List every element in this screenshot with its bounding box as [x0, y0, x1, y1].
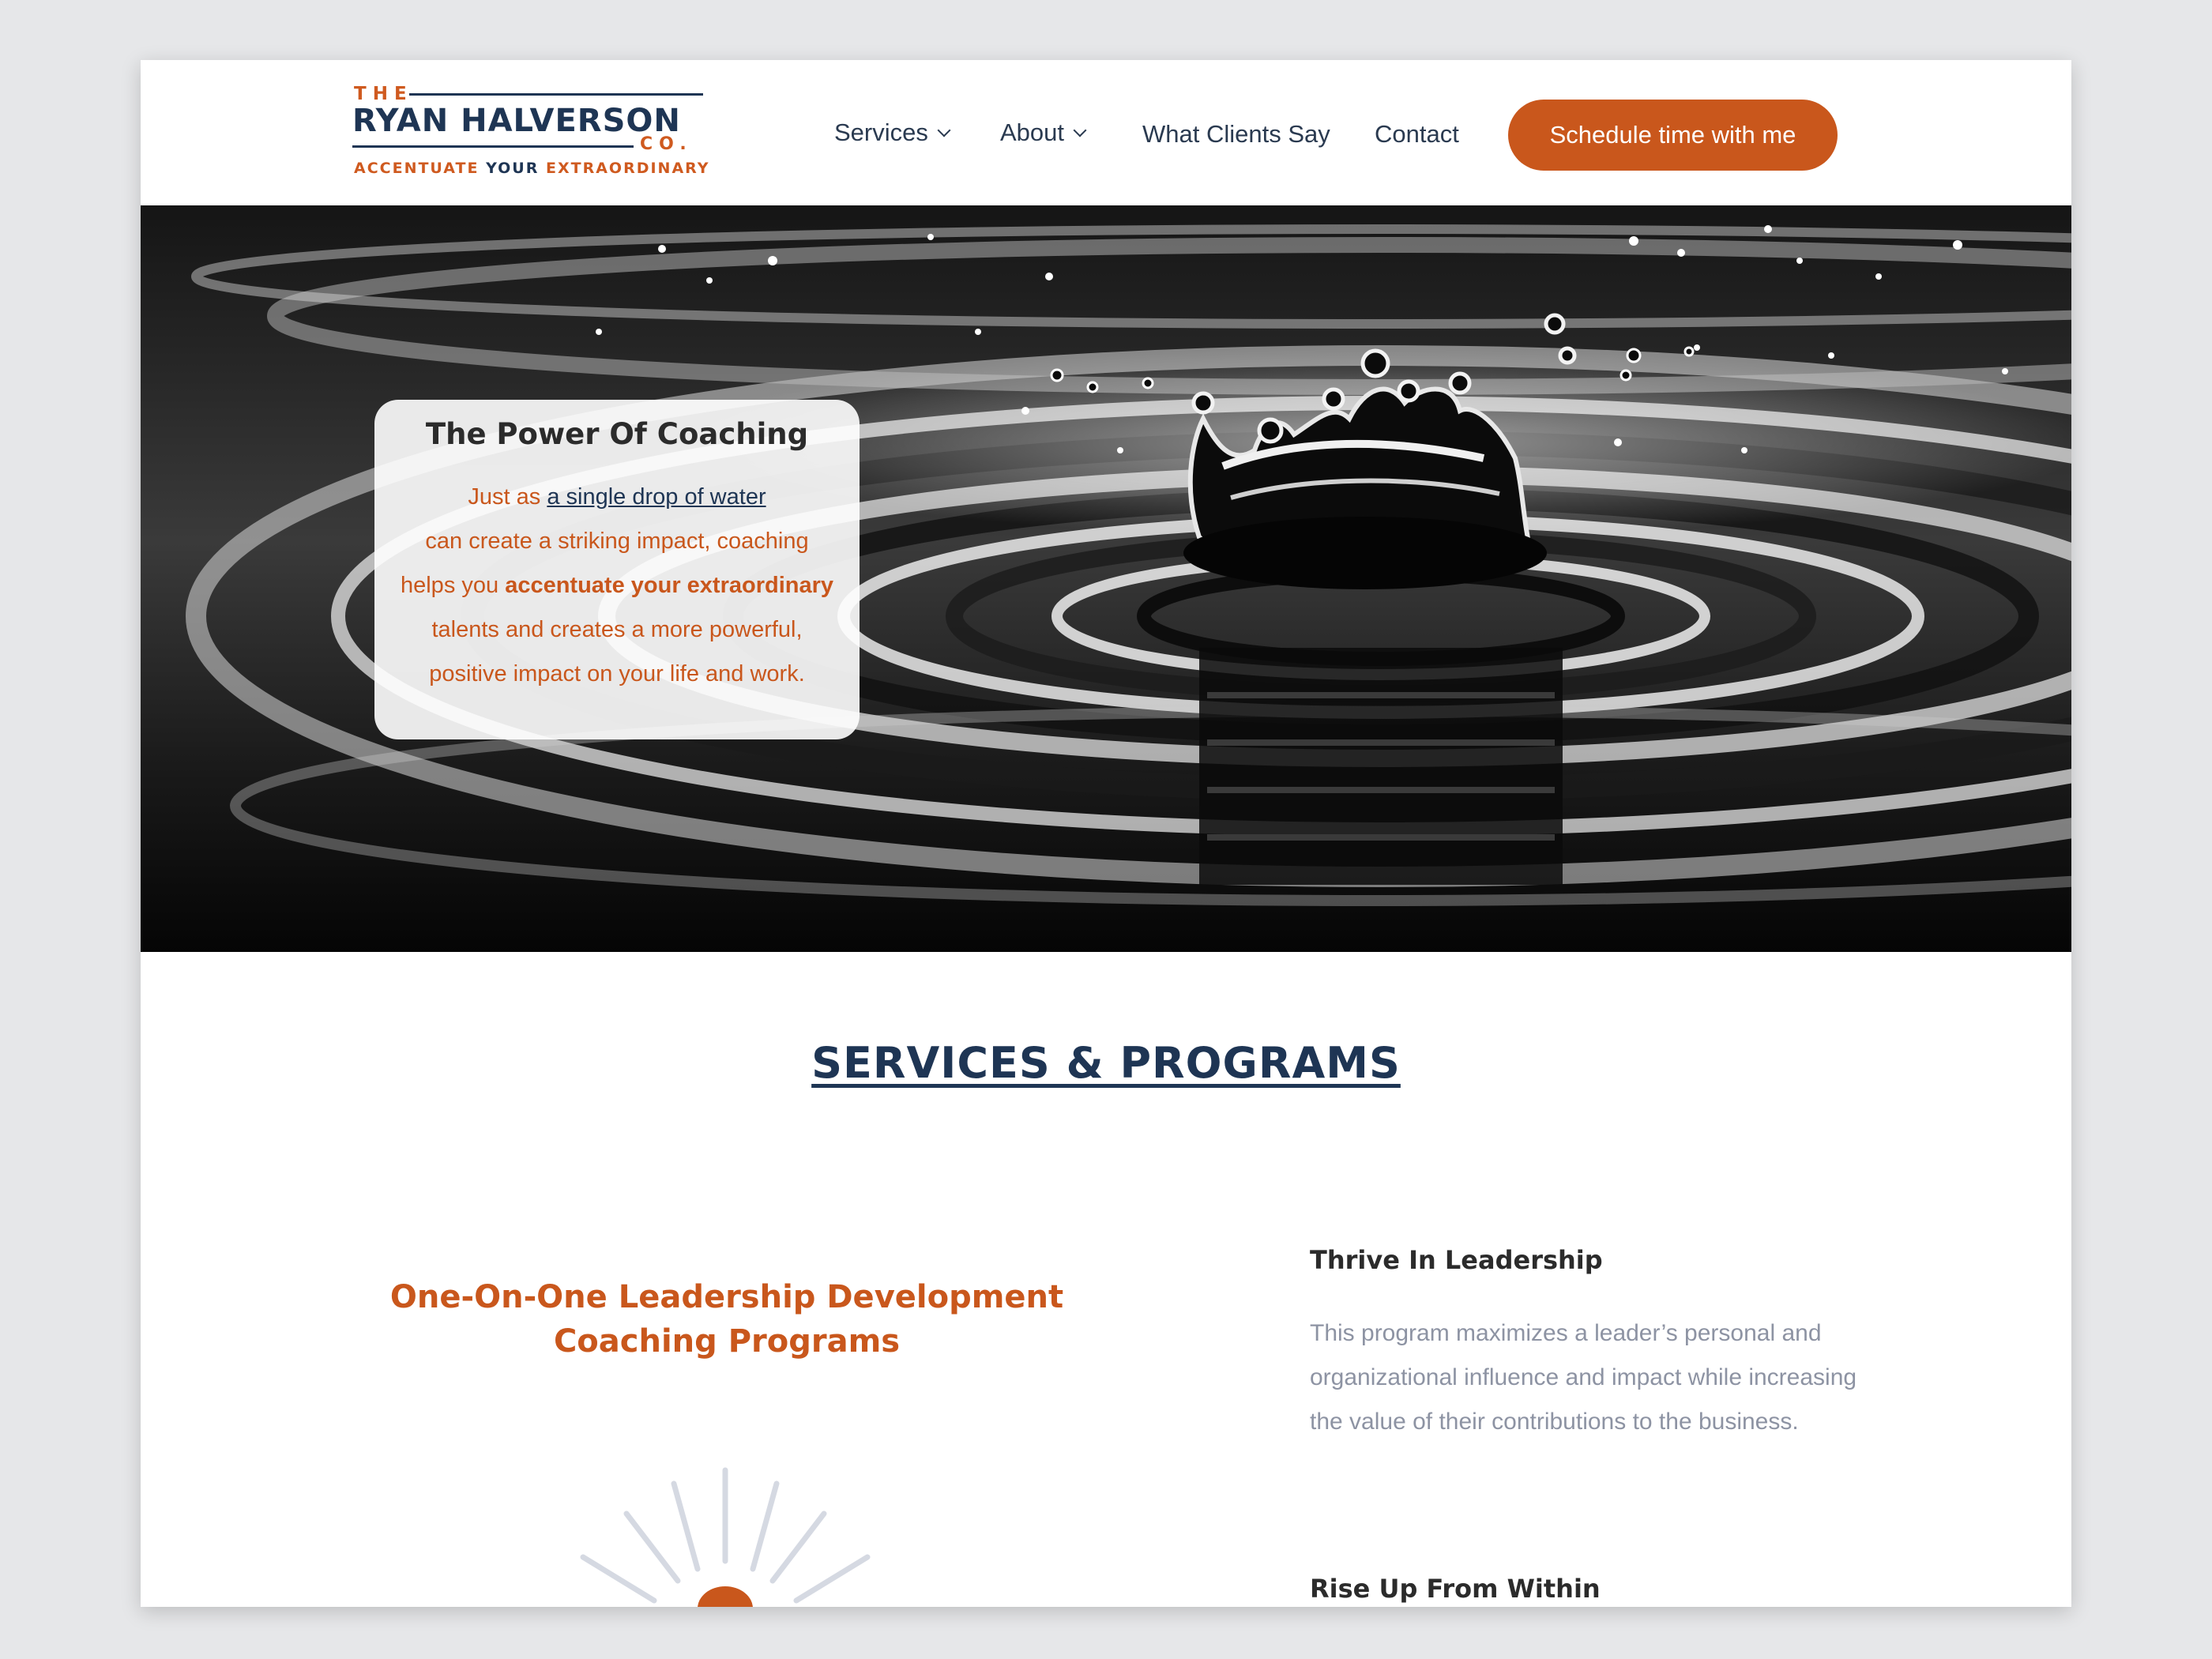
service-title-thrive[interactable]: Thrive In Leadership: [1310, 1245, 1603, 1275]
nav-item-services[interactable]: Services: [834, 118, 951, 147]
hero-emphasis: accentuate your extraordinary: [505, 573, 834, 598]
sunburst-icon: [580, 1467, 871, 1607]
logo-the: THE: [354, 84, 413, 104]
logo-co: CO.: [640, 134, 693, 154]
nav-about-label: About: [1000, 118, 1065, 146]
nav-item-about[interactable]: About: [1000, 118, 1087, 147]
browser-window: THE RYAN HALVERSON CO. ACCENTUATE YOUR E…: [141, 60, 2071, 1607]
hero-card: The Power Of Coaching Just as a single d…: [374, 400, 860, 739]
hero-body: Just as a single drop of water can creat…: [374, 475, 860, 696]
logo-rule-top: [409, 93, 703, 96]
program-heading-line-2: Coaching Programs: [553, 1323, 901, 1360]
program-heading: One-On-One Leadership Development Coachi…: [387, 1275, 1066, 1364]
tagline-your: YOUR: [486, 160, 540, 177]
hero-title: The Power Of Coaching: [425, 417, 809, 451]
drop-of-water-link[interactable]: a single drop of water: [547, 484, 766, 510]
nav-item-contact[interactable]: Contact: [1375, 120, 1459, 149]
logo-name: RYAN HALVERSON: [352, 103, 681, 139]
nav-services-label: Services: [834, 118, 928, 146]
hero-line-3-text: helps you: [400, 573, 506, 598]
hero-line-1-text: Just as: [468, 484, 547, 510]
logo-tagline: ACCENTUATE YOUR EXTRAORDINARY: [354, 160, 710, 177]
services-section-title: SERVICES & PROGRAMS: [141, 1038, 2071, 1088]
hero-line-5: positive impact on your life and work.: [429, 661, 805, 687]
schedule-button[interactable]: Schedule time with me: [1508, 100, 1838, 171]
logo-rule-middle: [352, 145, 634, 148]
hero-line-1: Just as a single drop of water: [374, 475, 860, 519]
hero-line-2: can create a striking impact, coaching: [425, 529, 809, 554]
chevron-down-icon: [937, 123, 951, 137]
chevron-down-icon: [1073, 123, 1087, 137]
service-title-rise-up[interactable]: Rise Up From Within: [1310, 1574, 1601, 1604]
site-header: THE RYAN HALVERSON CO. ACCENTUATE YOUR E…: [141, 60, 2071, 205]
brand-logo[interactable]: THE RYAN HALVERSON CO. ACCENTUATE YOUR E…: [352, 84, 709, 182]
nav-clients-label: What Clients Say: [1142, 120, 1330, 148]
hero-line-3: helps you accentuate your extraordinary: [374, 563, 860, 608]
services-section-title-text: SERVICES & PROGRAMS: [811, 1038, 1401, 1088]
program-heading-line-1: One-On-One Leadership Development: [389, 1279, 1064, 1315]
hero-banner: The Power Of Coaching Just as a single d…: [141, 205, 2071, 952]
tagline-extraordinary: EXTRAORDINARY: [546, 160, 710, 177]
nav-item-what-clients-say[interactable]: What Clients Say: [1142, 120, 1330, 149]
service-description-thrive: This program maximizes a leader’s person…: [1310, 1320, 1857, 1435]
hero-line-4: talents and creates a more powerful,: [431, 617, 803, 642]
nav-contact-label: Contact: [1375, 120, 1459, 148]
tagline-accentuate: ACCENTUATE: [354, 160, 480, 177]
